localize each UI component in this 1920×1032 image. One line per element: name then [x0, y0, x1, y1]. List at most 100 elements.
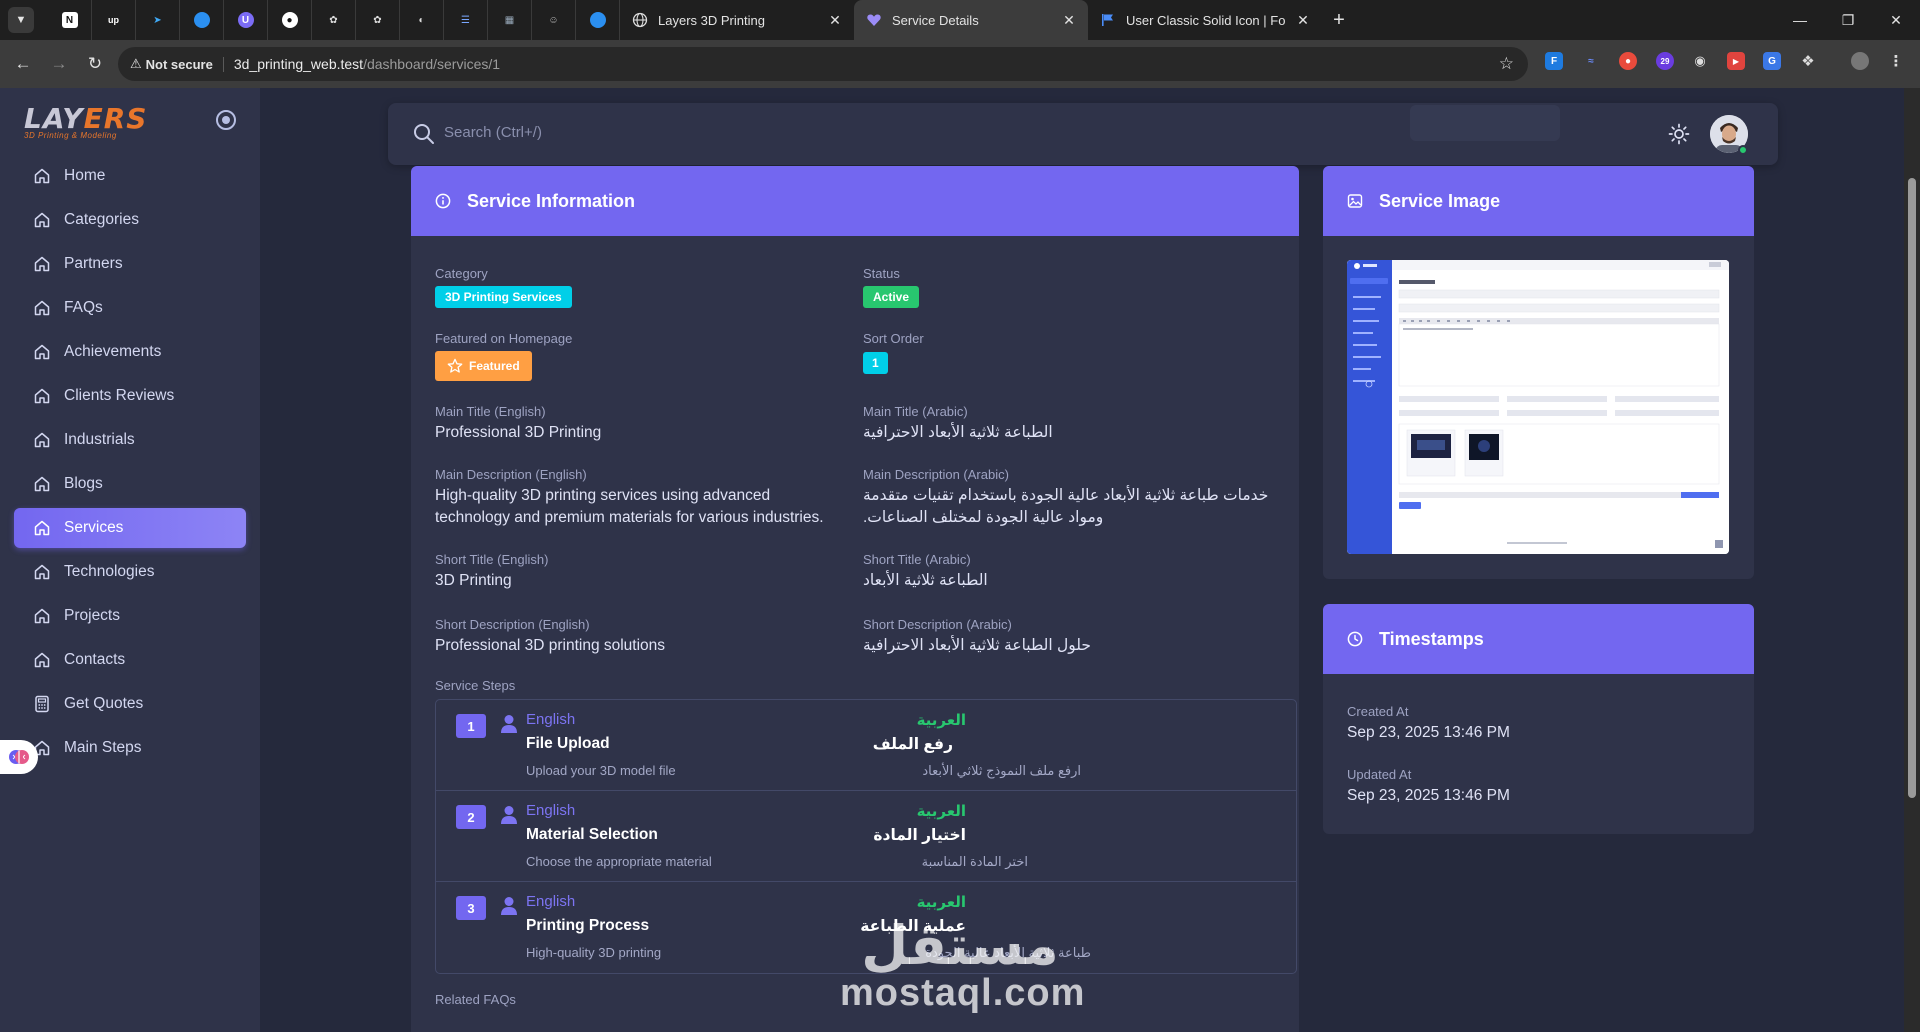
image-icon	[1347, 193, 1363, 209]
sidebar-item-contacts[interactable]: Contacts	[14, 640, 246, 680]
back-icon[interactable]: ←	[8, 49, 38, 79]
close-tab-icon[interactable]: ✕	[826, 11, 844, 29]
extension-icon[interactable]: ●	[1619, 52, 1637, 70]
home-icon	[32, 562, 52, 582]
extension-icon[interactable]: ≈	[1582, 52, 1600, 70]
translate-icon[interactable]: G	[1763, 52, 1781, 70]
sidebar-item-label: Clients Reviews	[64, 387, 175, 404]
created-at-label: Created At	[1347, 704, 1409, 719]
step-title-ar: اختيار المادة	[873, 827, 966, 844]
more-icon[interactable]: ⋮	[1887, 52, 1905, 70]
step-title-ar: رفع الملف	[872, 736, 953, 753]
service-image-card: Service Image	[1323, 166, 1754, 579]
extension-icon[interactable]: ▶	[1727, 52, 1745, 70]
address-bar[interactable]: ⚠ Not secure 3d_printing_web.test /dashb…	[118, 47, 1528, 81]
puzzle-icon[interactable]: ❖	[1799, 52, 1817, 70]
pinned-tab[interactable]: ☺	[532, 0, 576, 40]
main-description-en: High-quality 3D printing services using …	[435, 487, 824, 526]
status-label: Status	[863, 266, 900, 281]
sidebar-item-label: Services	[64, 519, 124, 536]
sidebar-item-industrials[interactable]: Industrials	[14, 420, 246, 460]
list-item: 2 English Material Selection Choose the …	[436, 791, 1296, 882]
sidebar-item-label: Projects	[64, 607, 120, 624]
step-title-en: Material Selection	[526, 826, 658, 843]
sidebar-item-blogs[interactable]: Blogs	[14, 464, 246, 504]
logo[interactable]: LAYERS 3D Printing & Modeling	[24, 102, 147, 140]
pinned-tab[interactable]	[180, 0, 224, 40]
profile-icon[interactable]	[1851, 52, 1869, 70]
sidebar-item-label: Main Steps	[64, 739, 142, 756]
tab-font-awesome[interactable]: User Classic Solid Icon | Font Av ✕	[1088, 0, 1322, 40]
sidebar-item-label: Contacts	[64, 651, 126, 668]
sidebar-item-home[interactable]: Home	[14, 156, 246, 196]
forward-icon[interactable]: →	[44, 49, 74, 79]
search-icon[interactable]	[412, 122, 436, 151]
pinned-tab[interactable]: ▦	[488, 0, 532, 40]
reload-icon[interactable]: ↻	[80, 49, 110, 79]
pinned-tab[interactable]: ➤	[136, 0, 180, 40]
new-tab-button[interactable]: +	[1322, 0, 1356, 40]
sidebar-item-label: Achievements	[64, 343, 162, 360]
short-description-ar: حلول الطباعة ثلاثية الأبعاد الاحترافية	[863, 637, 1091, 654]
pinned-tab[interactable]: ●	[268, 0, 312, 40]
home-icon	[32, 254, 52, 274]
bookmark-star-icon[interactable]: ☆	[1499, 54, 1514, 74]
short-description-ar-label: Short Description (Arabic)	[863, 617, 1012, 632]
security-indicator[interactable]: Not secure	[146, 56, 224, 72]
sidebar-item-services[interactable]: Services	[14, 508, 246, 548]
pinned-tab[interactable]: U	[224, 0, 268, 40]
sidebar-item-categories[interactable]: Categories	[14, 200, 246, 240]
pinned-tab[interactable]	[576, 0, 620, 40]
home-icon	[32, 650, 52, 670]
table-icon: ▦	[504, 14, 515, 26]
service-image-preview[interactable]	[1347, 260, 1729, 554]
pinned-tab[interactable]: ✿	[312, 0, 356, 40]
github-icon: ●	[281, 12, 298, 28]
sidebar-item-label: Partners	[64, 255, 123, 272]
scrollbar-thumb[interactable]	[1908, 178, 1916, 798]
featured-text: Featured	[469, 359, 520, 373]
page-scrollbar[interactable]	[1904, 88, 1920, 1032]
brain-widget-icon[interactable]	[0, 740, 38, 774]
step-english-tag: English	[526, 802, 576, 819]
blurred-region	[1410, 105, 1560, 141]
globe-icon: ◐	[418, 14, 425, 26]
search-input[interactable]: Search (Ctrl+/)	[444, 124, 542, 141]
close-tab-icon[interactable]: ✕	[1060, 11, 1078, 29]
extension-icon[interactable]: 29	[1656, 52, 1674, 70]
card-title: Service Image	[1379, 190, 1501, 211]
sidebar-item-partners[interactable]: Partners	[14, 244, 246, 284]
pinned-tab[interactable]: N	[48, 0, 92, 40]
close-tab-icon[interactable]: ✕	[1294, 11, 1312, 29]
pinned-tab[interactable]: ◐	[400, 0, 444, 40]
sidebar-item-get-quotes[interactable]: Get Quotes	[14, 684, 246, 724]
tab-search-button[interactable]: ▼	[8, 7, 34, 33]
short-description-en: Professional 3D printing solutions	[435, 637, 666, 654]
sidebar-item-label: Get Quotes	[64, 695, 144, 712]
sidebar-item-faqs[interactable]: FAQs	[14, 288, 246, 328]
calculator-icon	[32, 694, 52, 714]
sidebar-item-main-steps[interactable]: Main Steps	[14, 728, 246, 768]
camera-icon[interactable]: ◉	[1691, 52, 1709, 70]
pinned-tab[interactable]: ☰	[444, 0, 488, 40]
tab-service-details[interactable]: Service Details ✕	[854, 0, 1088, 40]
sort-order-label: Sort Order	[863, 331, 924, 346]
browser-toolbar: ← → ↻ ⚠ Not secure 3d_printing_web.test …	[0, 40, 1920, 88]
extension-icon[interactable]: F	[1545, 52, 1563, 70]
close-window-icon[interactable]: ✕	[1872, 0, 1920, 40]
sidebar-item-label: Blogs	[64, 475, 103, 492]
heart-icon	[866, 12, 882, 28]
pinned-tab[interactable]: up	[92, 0, 136, 40]
restore-icon[interactable]: ❐	[1824, 0, 1872, 40]
theme-toggle-icon[interactable]	[1668, 123, 1690, 150]
sidebar-item-technologies[interactable]: Technologies	[14, 552, 246, 592]
sidebar-toggle-icon[interactable]	[216, 110, 236, 130]
sidebar-item-clients-reviews[interactable]: Clients Reviews	[14, 376, 246, 416]
pinned-tab[interactable]: ✿	[356, 0, 400, 40]
telegram-icon: ➤	[153, 14, 162, 26]
service-information-card: Service Information Category 3D Printing…	[411, 166, 1299, 1032]
minimize-icon[interactable]: —	[1776, 0, 1824, 40]
tab-layers[interactable]: Layers 3D Printing ✕	[620, 0, 854, 40]
sidebar-item-achievements[interactable]: Achievements	[14, 332, 246, 372]
sidebar-item-projects[interactable]: Projects	[14, 596, 246, 636]
